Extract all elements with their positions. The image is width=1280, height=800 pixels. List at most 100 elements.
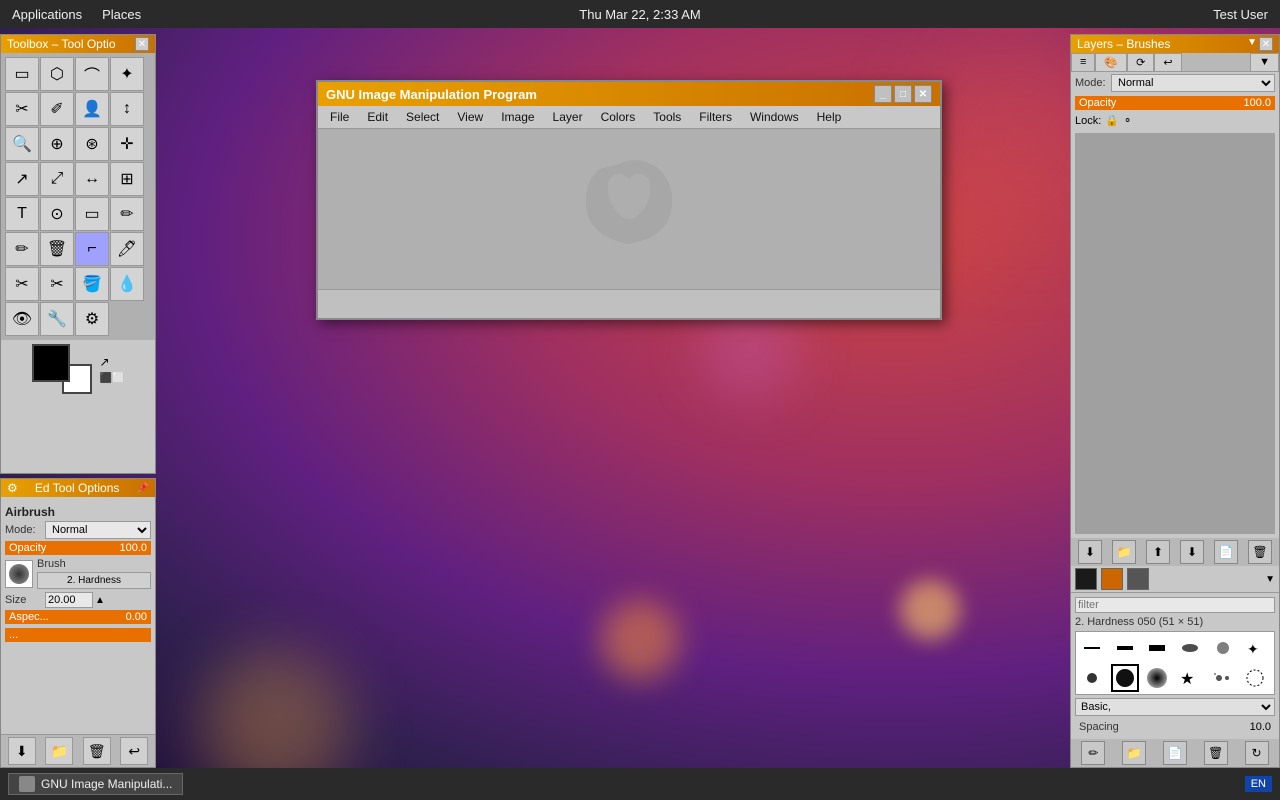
swap-colors-btn[interactable]: ↗ [100, 355, 125, 369]
brush-cell-8-selected[interactable] [1111, 664, 1139, 692]
tool-perspective[interactable]: ↔ [75, 162, 109, 196]
layers-open-btn[interactable]: 📁 [1122, 741, 1146, 765]
foreground-color[interactable] [32, 344, 70, 382]
gimp-menu-help[interactable]: Help [809, 108, 850, 126]
opacity-bar[interactable]: Opacity 100.0 [5, 541, 151, 555]
mode-select[interactable]: Normal [45, 521, 151, 539]
layer-lower[interactable]: ⬇ [1180, 540, 1204, 564]
gimp-menu-view[interactable]: View [449, 108, 491, 126]
taskbar-gimp-item[interactable]: GNU Image Manipulati... [8, 773, 183, 795]
gimp-canvas[interactable] [318, 129, 940, 289]
brush-filter-input[interactable] [1075, 597, 1275, 613]
extra-bar[interactable]: ... [5, 628, 151, 642]
color-swatches-expand[interactable]: ▼ [1265, 568, 1275, 590]
layers-tab-undo[interactable]: ↩ [1154, 53, 1181, 72]
brush-cell-2[interactable] [1111, 634, 1139, 662]
brush-cell-12[interactable] [1241, 664, 1269, 692]
size-adjust-btn[interactable]: ▲ [95, 595, 105, 606]
layers-tab-channels[interactable]: 🎨 [1095, 53, 1127, 72]
tool-zoom[interactable]: ↕ [110, 92, 144, 126]
layer-preview-area[interactable] [1075, 133, 1275, 534]
default-colors-btn[interactable]: ⬛⬜ [100, 373, 125, 384]
taskbar-lang-badge[interactable]: EN [1245, 776, 1272, 792]
brush-cell-5[interactable] [1209, 634, 1237, 662]
layers-menu-btn[interactable]: ▼ [1247, 37, 1257, 51]
swatch-orange[interactable] [1101, 568, 1123, 590]
layer-raise[interactable]: ⬆ [1146, 540, 1170, 564]
gimp-minimize-button[interactable]: _ [874, 85, 892, 103]
gimp-maximize-button[interactable]: □ [894, 85, 912, 103]
tool-text[interactable]: T [5, 197, 39, 231]
gimp-menu-colors[interactable]: Colors [593, 108, 644, 126]
applications-menu[interactable]: Applications [12, 7, 82, 22]
brush-name-button[interactable]: 2. Hardness [37, 572, 151, 589]
tool-options-pin[interactable]: 📌 [137, 483, 149, 494]
layers-export-btn[interactable]: 📄 [1163, 741, 1187, 765]
size-input[interactable] [45, 592, 93, 608]
swatch-gray[interactable] [1127, 568, 1149, 590]
tool-clone[interactable]: ✂ [5, 267, 39, 301]
brush-cell-3[interactable] [1143, 634, 1171, 662]
layer-new[interactable]: 📁 [1112, 540, 1136, 564]
tool-flip[interactable]: ⊞ [110, 162, 144, 196]
layers-delete-btn[interactable]: 🗑 [1204, 741, 1228, 765]
layer-duplicate[interactable]: 📄 [1214, 540, 1238, 564]
gimp-menu-layer[interactable]: Layer [545, 108, 591, 126]
gimp-menu-select[interactable]: Select [398, 108, 447, 126]
layers-lock-pos-icon[interactable]: 🔒 [1105, 114, 1119, 127]
layers-mode-select[interactable]: Normal [1111, 74, 1275, 92]
options-bottom-icon-4[interactable]: ↩ [120, 737, 148, 765]
brush-cell-9[interactable] [1143, 664, 1171, 692]
layers-options-btn[interactable]: ▼ [1250, 53, 1279, 72]
brush-preview[interactable] [5, 560, 33, 588]
brush-cell-10[interactable]: ★ [1176, 664, 1204, 692]
tool-fuzzy-select[interactable]: ✦ [110, 57, 144, 91]
tool-convolve[interactable]: 💧 [110, 267, 144, 301]
layer-new-from-visible[interactable]: ⬇ [1078, 540, 1102, 564]
brush-category-select[interactable]: Basic, [1075, 698, 1275, 716]
tool-measure[interactable]: ⊕ [40, 127, 74, 161]
brush-cell-7[interactable] [1078, 664, 1106, 692]
tool-pencil[interactable]: ✏ [110, 197, 144, 231]
layers-edit-btn[interactable]: ✏ [1081, 741, 1105, 765]
options-bottom-icon-3[interactable]: 🗑 [83, 737, 111, 765]
gimp-menu-windows[interactable]: Windows [742, 108, 807, 126]
tool-rect-select[interactable]: ▭ [5, 57, 39, 91]
layers-lock-alpha-icon[interactable]: ⚬ [1123, 114, 1132, 127]
tool-move[interactable]: ✛ [110, 127, 144, 161]
tool-color-picker[interactable]: 👤 [75, 92, 109, 126]
tool-rotate[interactable]: ⊛ [75, 127, 109, 161]
gimp-menu-edit[interactable]: Edit [359, 108, 396, 126]
tool-heal[interactable]: ✂ [40, 267, 74, 301]
tool-free-select[interactable]: ⌒ [75, 57, 109, 91]
gimp-menu-image[interactable]: Image [493, 108, 542, 126]
layers-tab-layers[interactable]: ≡ [1071, 53, 1095, 72]
options-bottom-icon-1[interactable]: ⬇ [8, 737, 36, 765]
gimp-menu-file[interactable]: File [322, 108, 357, 126]
swatch-dark[interactable] [1075, 568, 1097, 590]
tool-paintbrush[interactable]: ✏ [5, 232, 39, 266]
gimp-menu-tools[interactable]: Tools [645, 108, 689, 126]
brush-cell-1[interactable] [1078, 634, 1106, 662]
tool-scale[interactable]: ⤢ [40, 162, 74, 196]
tool-paths[interactable]: ✐ [40, 92, 74, 126]
tool-burn[interactable]: 🔧 [40, 302, 74, 336]
tool-wrap[interactable]: ⚙ [75, 302, 109, 336]
layer-delete[interactable]: 🗑 [1248, 540, 1272, 564]
tool-magnify[interactable]: 🔍 [5, 127, 39, 161]
brush-cell-11[interactable] [1209, 664, 1237, 692]
gimp-close-button[interactable]: ✕ [914, 85, 932, 103]
tool-ellipse-select[interactable]: ⬡ [40, 57, 74, 91]
gimp-menu-filters[interactable]: Filters [691, 108, 740, 126]
tool-airbrush[interactable]: ⌐ [75, 232, 109, 266]
layers-close-button[interactable]: ✕ [1259, 37, 1273, 51]
tool-eraser[interactable]: 🗑 [40, 232, 74, 266]
layers-opacity-bar[interactable]: Opacity 100.0 [1075, 96, 1275, 110]
brush-cell-4[interactable] [1176, 634, 1204, 662]
brush-cell-6[interactable]: ✦ [1241, 634, 1269, 662]
options-bottom-icon-2[interactable]: 📁 [45, 737, 73, 765]
tool-smudge[interactable]: 🪣 [75, 267, 109, 301]
places-menu[interactable]: Places [102, 7, 141, 22]
aspect-bar[interactable]: Aspec... 0.00 [5, 610, 151, 624]
layers-refresh-btn[interactable]: ↻ [1245, 741, 1269, 765]
